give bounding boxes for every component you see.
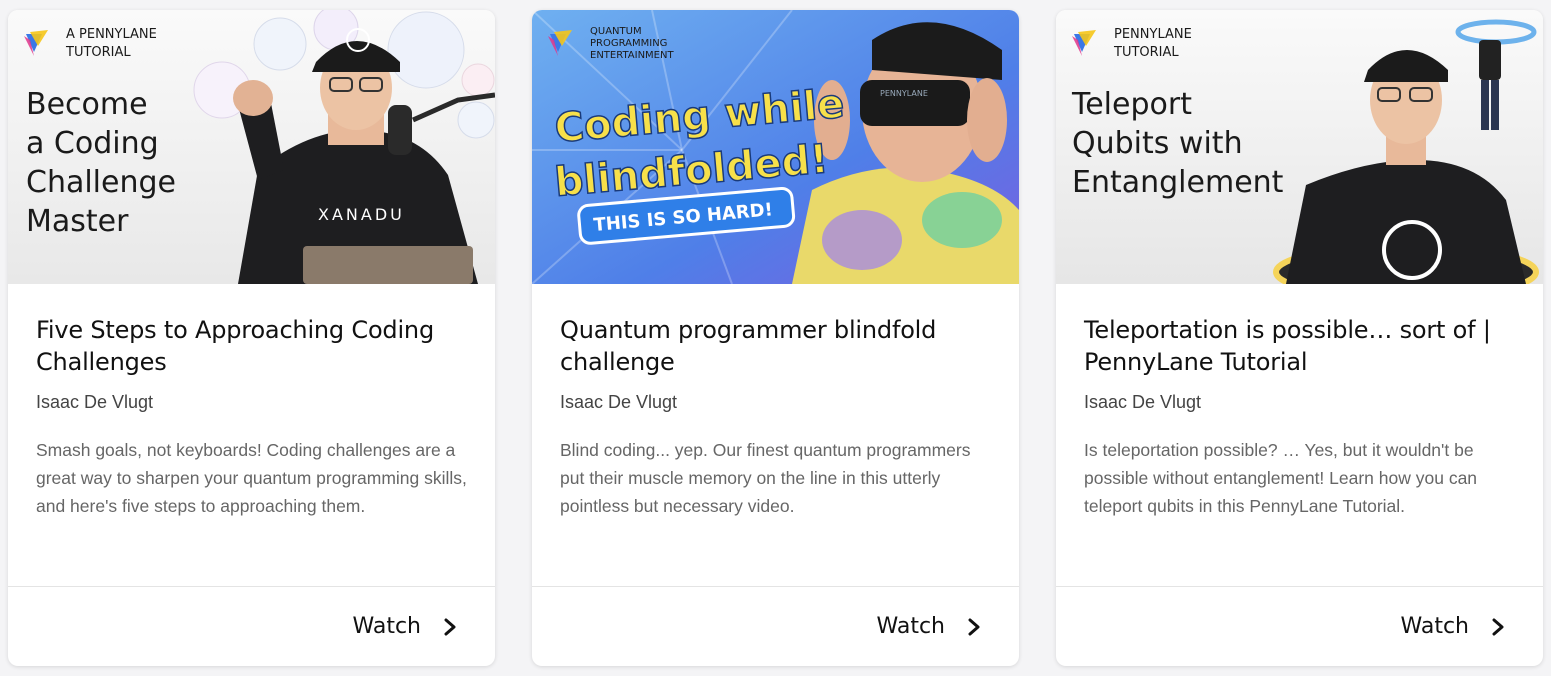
video-description: Is teleportation possible? … Yes, but it… bbox=[1084, 440, 1478, 516]
thumbnail-brand-line2: PROGRAMMING bbox=[590, 38, 667, 49]
video-description: Blind coding... yep. Our finest quantum … bbox=[560, 440, 971, 516]
thumbnail-headline-3: Entanglement bbox=[1072, 165, 1284, 200]
shirt-text: XANADU bbox=[318, 205, 405, 224]
thumbnail-image: A PENNYLANE TUTORIAL Become a Coding Cha… bbox=[8, 10, 495, 284]
chevron-right-icon bbox=[1492, 618, 1504, 635]
video-title[interactable]: Five Steps to Approaching Coding Challen… bbox=[36, 314, 467, 378]
card-footer: Watch bbox=[8, 586, 495, 666]
thumbnail-brand-line2: TUTORIAL bbox=[65, 45, 131, 60]
thumbnail-image: QUANTUM PROGRAMMING ENTERTAINMENT PENNYL… bbox=[532, 10, 1019, 284]
chevron-right-icon bbox=[968, 618, 980, 635]
thumbnail-headline-4: Master bbox=[26, 204, 129, 239]
thumbnail-brand-line1: PENNYLANE bbox=[1114, 27, 1192, 42]
video-thumbnail[interactable]: QUANTUM PROGRAMMING ENTERTAINMENT PENNYL… bbox=[532, 10, 1019, 284]
video-author: Isaac De Vlugt bbox=[560, 392, 678, 412]
video-author: Isaac De Vlugt bbox=[36, 392, 154, 412]
video-description: Smash goals, not keyboards! Coding chall… bbox=[36, 440, 467, 516]
thumbnail-headline-1: Become bbox=[26, 87, 148, 122]
thumbnail-brand-line1: QUANTUM bbox=[590, 26, 642, 37]
video-card: A PENNYLANE TUTORIAL Become a Coding Cha… bbox=[8, 10, 495, 666]
watch-label: Watch bbox=[1400, 614, 1470, 639]
thumbnail-headline-2: a Coding bbox=[26, 126, 159, 161]
mask-text: PENNYLANE bbox=[880, 89, 928, 98]
watch-button[interactable]: Watch bbox=[877, 614, 982, 639]
video-card: PENNYLANE TUTORIAL Teleport Qubits with … bbox=[1056, 10, 1543, 666]
video-title[interactable]: Teleportation is possible… sort of | Pen… bbox=[1084, 314, 1515, 378]
video-thumbnail[interactable]: PENNYLANE TUTORIAL Teleport Qubits with … bbox=[1056, 10, 1543, 284]
thumbnail-headline-3: Challenge bbox=[26, 165, 176, 200]
video-author: Isaac De Vlugt bbox=[1084, 392, 1202, 412]
thumbnail-brand-line1: A PENNYLANE bbox=[66, 27, 157, 42]
video-thumbnail[interactable]: A PENNYLANE TUTORIAL Become a Coding Cha… bbox=[8, 10, 495, 284]
card-footer: Watch bbox=[1056, 586, 1543, 666]
thumbnail-brand-line2: TUTORIAL bbox=[1113, 45, 1179, 60]
thumbnail-headline-2: Qubits with bbox=[1072, 126, 1243, 161]
watch-button[interactable]: Watch bbox=[353, 614, 458, 639]
thumbnail-brand-line3: ENTERTAINMENT bbox=[590, 50, 674, 61]
card-footer: Watch bbox=[532, 586, 1019, 666]
video-card: QUANTUM PROGRAMMING ENTERTAINMENT PENNYL… bbox=[532, 10, 1019, 666]
thumbnail-image: PENNYLANE TUTORIAL Teleport Qubits with … bbox=[1056, 10, 1543, 284]
watch-button[interactable]: Watch bbox=[1401, 614, 1506, 639]
thumbnail-headline-1: Teleport bbox=[1071, 87, 1192, 122]
watch-label: Watch bbox=[352, 614, 422, 639]
watch-label: Watch bbox=[876, 614, 946, 639]
video-title[interactable]: Quantum programmer blindfold challenge bbox=[560, 314, 991, 378]
chevron-right-icon bbox=[444, 618, 456, 635]
